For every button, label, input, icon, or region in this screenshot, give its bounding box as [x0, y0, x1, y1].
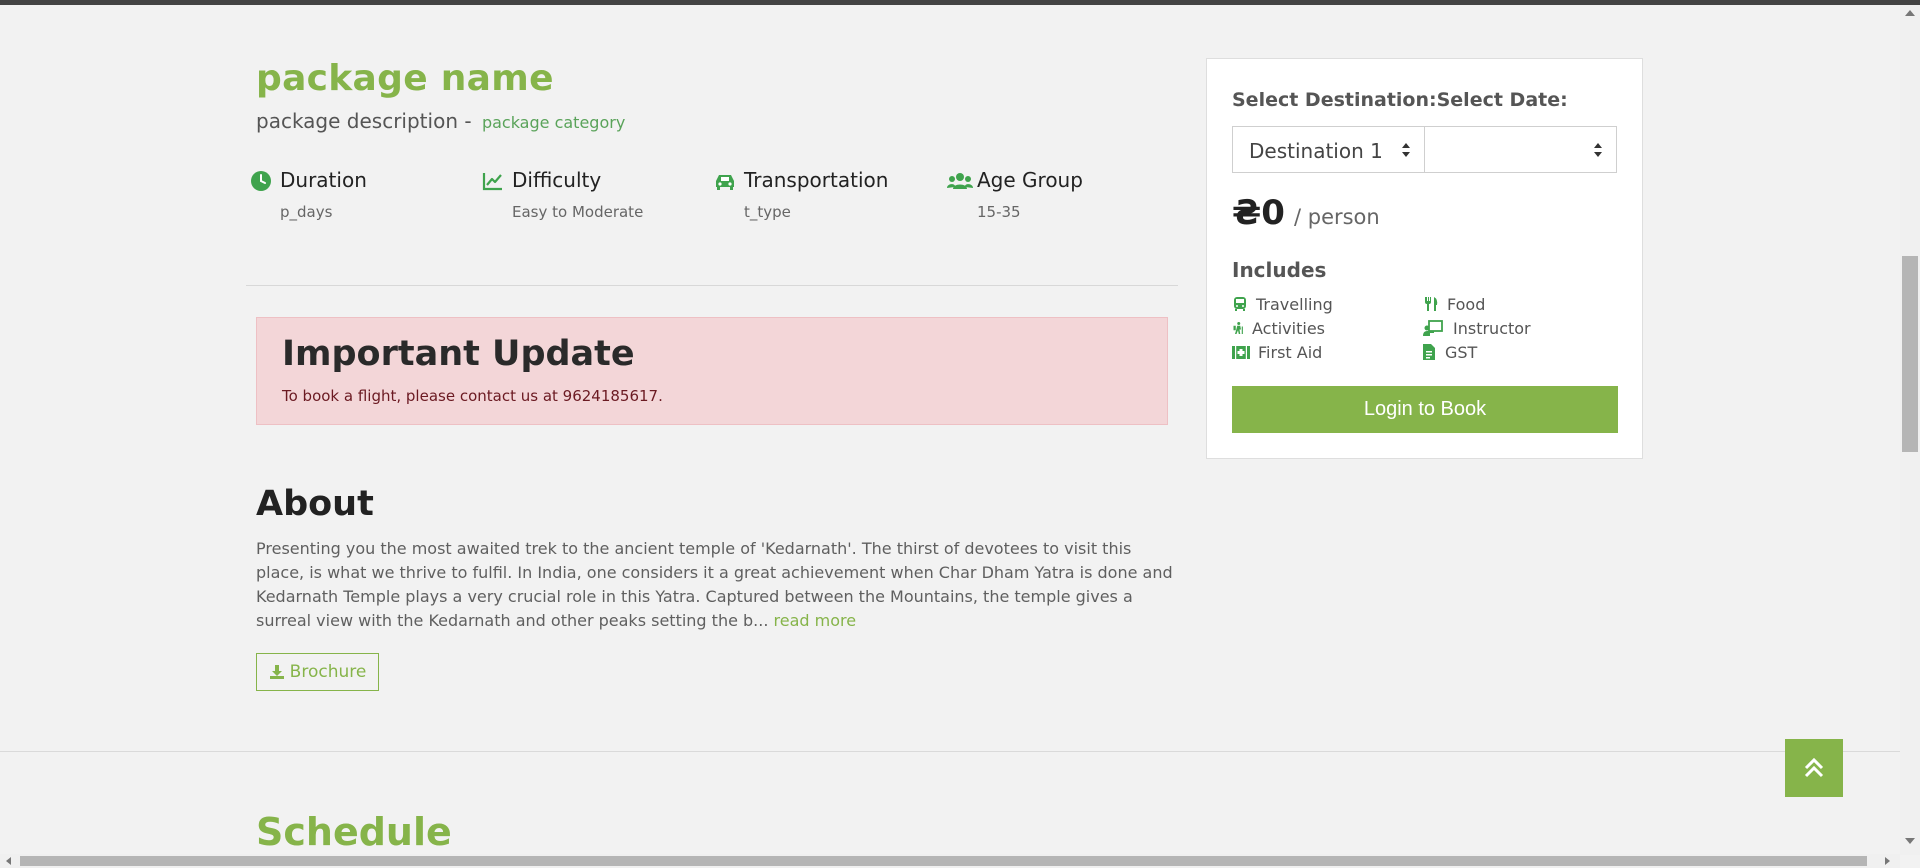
scroll-up-arrow-icon[interactable]	[1905, 10, 1915, 16]
price: ₴0 / person	[1232, 193, 1380, 233]
about-body: Presenting you the most awaited trek to …	[256, 539, 1173, 630]
include-first-aid: First Aid	[1232, 343, 1322, 362]
chalkboard-teacher-icon	[1423, 320, 1443, 336]
include-label: GST	[1445, 343, 1478, 362]
include-travelling: Travelling	[1232, 295, 1333, 314]
includes-heading: Includes	[1232, 258, 1327, 282]
fact-value: p_days	[280, 203, 333, 221]
destination-select[interactable]: Destination 1	[1232, 126, 1425, 173]
include-label: Food	[1447, 295, 1486, 314]
package-category: package category	[481, 113, 626, 132]
chevrons-up-icon	[1804, 757, 1824, 778]
read-more-link[interactable]: read more	[774, 611, 857, 630]
package-facts: Duration p_days Difficulty Easy to Moder…	[250, 168, 1180, 228]
important-update-alert: Important Update To book a flight, pleas…	[256, 317, 1168, 425]
bus-icon	[1234, 297, 1246, 311]
brochure-button[interactable]: Brochure	[256, 653, 379, 691]
top-bar	[0, 0, 1920, 5]
alert-title: Important Update	[282, 334, 635, 374]
file-invoice-icon	[1423, 344, 1435, 360]
login-to-book-button[interactable]: Login to Book	[1232, 386, 1618, 433]
users-icon	[947, 173, 973, 189]
about-text: Presenting you the most awaited trek to …	[256, 537, 1176, 633]
destination-value: Destination 1	[1249, 139, 1383, 163]
include-label: Instructor	[1453, 319, 1531, 338]
chart-line-icon	[482, 173, 502, 191]
sort-arrows-icon	[1402, 143, 1410, 157]
section-divider	[0, 751, 1900, 752]
fact-title: Duration	[280, 168, 367, 192]
include-label: First Aid	[1258, 343, 1323, 362]
scroll-to-top-button[interactable]	[1785, 739, 1843, 797]
fact-title: Age Group	[977, 168, 1083, 192]
scroll-down-arrow-icon[interactable]	[1905, 838, 1915, 844]
car-icon	[716, 175, 734, 190]
schedule-heading: Schedule	[256, 810, 452, 854]
utensils-icon	[1425, 297, 1438, 311]
booking-card: Select Destination:Select Date: Destinat…	[1206, 58, 1643, 459]
price-unit: / person	[1293, 205, 1380, 229]
alert-text: To book a flight, please contact us at 9…	[282, 387, 663, 405]
brochure-label: Brochure	[289, 662, 367, 682]
include-instructor: Instructor	[1423, 319, 1531, 338]
include-label: Activities	[1252, 319, 1325, 338]
horizontal-scrollbar-thumb[interactable]	[20, 856, 1867, 866]
include-food: Food	[1423, 295, 1485, 314]
hiking-icon	[1233, 322, 1243, 334]
package-description: package description -	[256, 109, 478, 133]
fact-title: Difficulty	[512, 168, 602, 192]
scroll-left-arrow-icon[interactable]	[6, 857, 11, 865]
sort-arrows-icon	[1594, 143, 1602, 157]
first-aid-icon	[1232, 346, 1250, 359]
clock-icon	[251, 171, 271, 191]
fact-value: Easy to Moderate	[512, 203, 644, 221]
date-select[interactable]	[1424, 126, 1617, 173]
package-name: package name	[256, 58, 554, 99]
scroll-right-arrow-icon[interactable]	[1885, 857, 1890, 865]
include-label: Travelling	[1256, 295, 1333, 314]
vertical-scrollbar-thumb[interactable]	[1902, 256, 1918, 452]
fact-value: 15-35	[977, 203, 1021, 221]
include-activities: Activities	[1232, 319, 1325, 338]
divider	[246, 285, 1178, 286]
about-heading: About	[256, 484, 374, 524]
include-gst: GST	[1423, 343, 1477, 362]
price-amount: ₴0	[1232, 193, 1285, 233]
fact-title: Transportation	[744, 168, 889, 192]
select-label: Select Destination:Select Date:	[1232, 89, 1568, 111]
fact-value: t_type	[744, 203, 791, 221]
package-description-line: package description - package category	[256, 109, 625, 133]
download-icon	[269, 665, 284, 679]
